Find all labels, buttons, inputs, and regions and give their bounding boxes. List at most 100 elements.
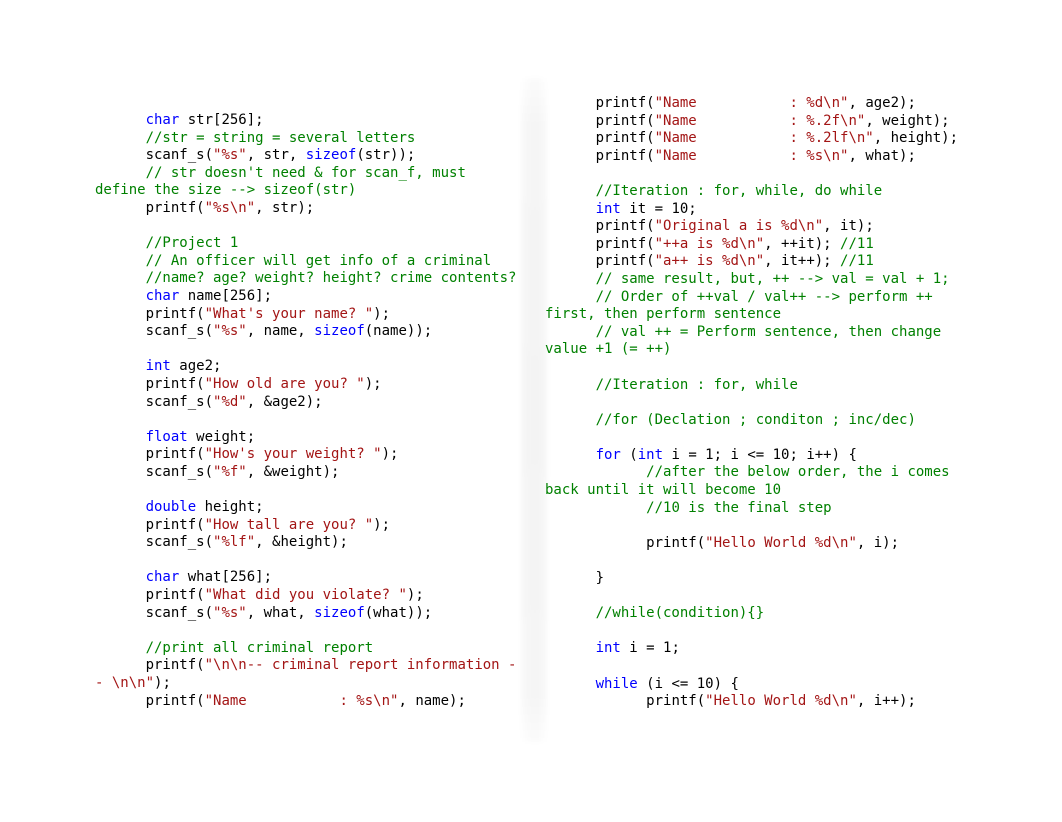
code-token-pln: weight; <box>187 428 256 445</box>
code-token-pln: , age2); <box>848 95 916 111</box>
code-token-str: "++a is %d\n" <box>654 235 765 252</box>
right-code-line: printf("Original a is %d\n", it); <box>545 218 977 236</box>
left-code-line: char what[256]; <box>95 569 519 587</box>
code-token-pln <box>545 271 596 287</box>
code-token-pln: what[256]; <box>179 569 273 586</box>
code-token-kw: char <box>145 287 180 304</box>
code-token-str: "Name : %s\n" <box>204 692 399 709</box>
code-token-pln: i = 1; i <= 10; i++) { <box>663 446 857 463</box>
right-code-line: printf("Name : %s\n", what); <box>545 148 977 166</box>
code-token-pln: (i <= 10) { <box>637 675 739 692</box>
left-code-line: int age2; <box>95 358 519 376</box>
code-token-pln: , str, <box>246 147 306 164</box>
right-code-line <box>545 165 977 183</box>
code-token-pln <box>95 235 146 251</box>
code-token-pln: , ++it); <box>764 235 841 252</box>
code-token-str: "Name : %s\n" <box>654 147 849 164</box>
code-token-pln: printf( <box>545 235 655 252</box>
left-code-line: printf("How tall are you? "); <box>95 517 519 535</box>
code-token-cmt: // same result, but, ++ --> val = val + … <box>595 270 950 287</box>
code-token-str: "%f" <box>213 463 247 480</box>
code-token-pln <box>545 324 596 340</box>
code-token-cmt: //str = string = several letters <box>145 129 416 146</box>
code-token-kw: int <box>595 640 621 657</box>
right-code-line: // same result, but, ++ --> val = val + … <box>545 271 977 289</box>
right-code-line <box>545 552 977 570</box>
code-token-kw: char <box>145 112 180 128</box>
code-token-pln: name[256]; <box>179 287 273 304</box>
code-token-kw: int <box>637 446 664 463</box>
code-token-cmt: //Iteration : for, while, do while <box>595 182 883 199</box>
left-code-line: // An officer will get info of a crimina… <box>95 253 519 271</box>
code-token-cmt: //11 <box>840 253 874 270</box>
left-code-line: scanf_s("%s", str, sizeof(str)); <box>95 147 519 165</box>
code-token-pln <box>95 429 146 445</box>
code-token-str: "Name : %.2lf\n" <box>654 130 874 147</box>
code-token-str: "How's your weight? " <box>204 446 382 463</box>
code-token-pln: printf( <box>545 253 655 270</box>
code-token-pln <box>545 183 596 199</box>
left-code-line <box>95 411 519 429</box>
code-column-right: printf("Name : %d\n", age2); printf("Nam… <box>545 95 977 711</box>
code-token-pln: printf( <box>545 218 655 235</box>
right-code-line <box>545 588 977 606</box>
code-token-pln: str[256]; <box>179 112 264 128</box>
code-token-pln: scanf_s( <box>95 534 214 551</box>
right-code-line: printf("Name : %d\n", age2); <box>545 95 977 113</box>
left-code-line: printf("How old are you? "); <box>95 376 519 394</box>
right-code-line: printf("Name : %.2lf\n", height); <box>545 130 977 148</box>
code-token-kw: sizeof <box>305 147 357 164</box>
left-code-line: scanf_s("%s", what, sizeof(what)); <box>95 605 519 623</box>
code-token-kw: sizeof <box>314 323 365 340</box>
code-token-pln: , &age2); <box>246 393 323 410</box>
code-token-pln <box>95 569 146 585</box>
right-code-line <box>545 429 977 447</box>
code-token-pln <box>545 447 596 463</box>
left-code-line: scanf_s("%d", &age2); <box>95 394 519 412</box>
code-token-str: "%lf" <box>213 534 256 551</box>
code-token-pln: , &height); <box>255 534 348 551</box>
code-token-pln: (name)); <box>364 323 433 340</box>
code-token-pln: scanf_s( <box>95 463 214 480</box>
code-token-str: "How tall are you? " <box>204 516 374 533</box>
code-token-pln: , what, <box>246 604 315 621</box>
code-token-cmt: //print all criminal report <box>145 639 374 656</box>
right-code-line: printf("++a is %d\n", ++it); //11 <box>545 236 977 254</box>
code-token-cmt: // An officer will get info of a crimina… <box>145 252 492 269</box>
code-token-str: "Name : %.2f\n" <box>654 112 866 129</box>
code-token-pln: printf( <box>95 516 205 533</box>
code-token-pln <box>95 358 146 374</box>
code-token-kw: char <box>145 569 180 586</box>
left-code-line: //name? age? weight? height? crime conte… <box>95 270 519 288</box>
right-code-line <box>545 359 977 377</box>
code-token-pln: printf( <box>95 692 205 709</box>
right-code-line: //after the below order, the i comes bac… <box>545 464 977 499</box>
code-token-pln <box>545 377 596 393</box>
right-code-line: for (int i = 1; i <= 10; i++) { <box>545 447 977 465</box>
code-token-pln: printf( <box>545 130 655 147</box>
code-token-pln <box>95 253 146 269</box>
code-token-pln: , str); <box>255 199 315 216</box>
code-token-str: "How old are you? " <box>204 375 365 392</box>
code-token-kw: while <box>595 675 638 692</box>
code-token-pln: , &weight); <box>246 463 340 480</box>
left-code-line <box>95 341 519 359</box>
right-code-line: //Iteration : for, while, do while <box>545 183 977 201</box>
code-token-str: "Name : %d\n" <box>654 95 849 111</box>
right-code-line: // Order of ++val / val++ --> perform ++… <box>545 289 977 324</box>
left-code-line: printf("\n\n-- criminal report informati… <box>95 657 519 692</box>
left-code-line <box>95 552 519 570</box>
code-token-str: "Hello World %d\n" <box>705 693 857 710</box>
right-code-line: //Iteration : for, while <box>545 377 977 395</box>
left-code-line: float weight; <box>95 429 519 447</box>
code-token-cmt: //name? age? weight? height? crime conte… <box>145 270 517 287</box>
code-token-pln <box>545 676 596 692</box>
code-token-pln: printf( <box>545 95 655 111</box>
right-code-line: } <box>545 570 977 588</box>
code-token-str: "%s\n" <box>204 199 256 216</box>
code-token-kw: int <box>595 200 621 217</box>
code-token-pln: height; <box>196 499 264 516</box>
left-code-line: double height; <box>95 499 519 517</box>
left-code-line: printf("Name : %s\n", name); <box>95 693 519 711</box>
code-token-kw: for <box>595 446 621 463</box>
